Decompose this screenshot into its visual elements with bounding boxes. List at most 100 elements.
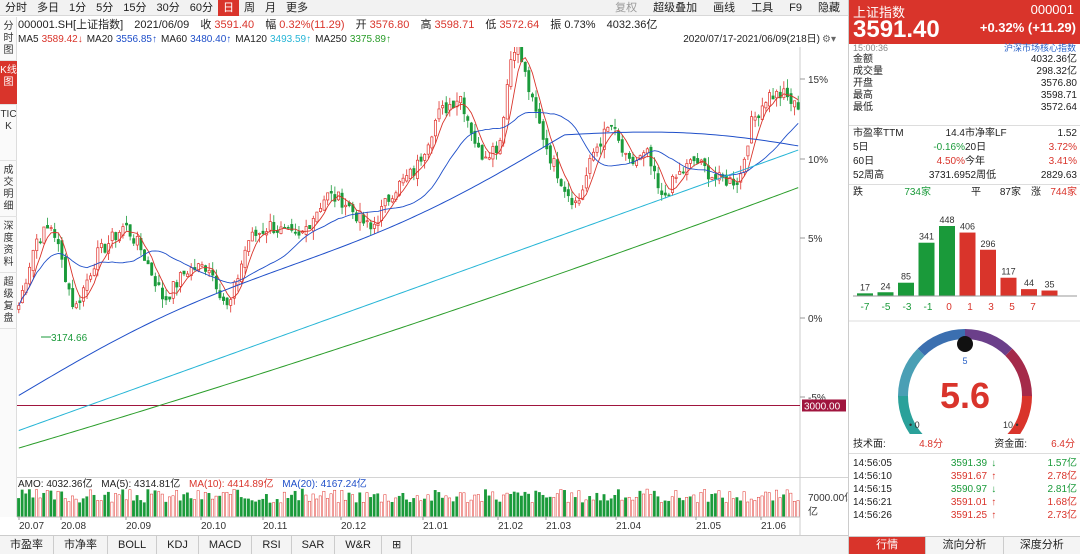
candle-body <box>211 269 215 276</box>
candle-body <box>620 139 624 153</box>
volume-bar <box>789 492 793 518</box>
toolbar-tool-3[interactable]: 工具 <box>743 0 781 16</box>
period-tab-6[interactable]: 60分 <box>185 0 218 16</box>
date-tick-11: 21.06 <box>761 521 786 532</box>
volume-bar <box>688 496 692 518</box>
volume-bar <box>523 491 527 518</box>
indicator-tab-3[interactable]: KDJ <box>157 536 199 554</box>
volume-bar <box>67 501 71 518</box>
indicator-tab-8[interactable]: ⊞ <box>382 536 413 554</box>
period-tab-1[interactable]: 多日 <box>32 0 64 16</box>
volume-bar <box>56 490 60 518</box>
volume-bar <box>379 501 383 518</box>
amo-ma20: MA(20): 4167.24亿 <box>282 479 367 490</box>
hist-label: 24 <box>880 281 890 291</box>
candle-body <box>261 230 265 234</box>
candle-body <box>516 47 520 55</box>
volume-bar <box>419 500 423 518</box>
amo-legend-row: AMO: 4032.36亿 MA(5): 4314.81亿 MA(10): 44… <box>18 478 373 491</box>
quote-grid-row-0: 市盈率TTM 14.4 市净率LF 1.52 <box>853 128 1077 139</box>
volume-bar <box>573 497 577 518</box>
candle-body <box>552 158 556 167</box>
period-tab-7[interactable]: 日 <box>218 0 239 16</box>
toolbar-tool-5[interactable]: 隐藏 <box>810 0 848 16</box>
volume-bar <box>602 494 606 518</box>
period-tab-5[interactable]: 30分 <box>152 0 185 16</box>
view-tab-4[interactable]: 深度资料 <box>0 217 17 273</box>
view-tab-3[interactable]: 成交明细 <box>0 161 17 217</box>
right-tab-1[interactable]: 流向分析 <box>926 537 1004 554</box>
toolbar-tool-4[interactable]: F9 <box>781 0 810 16</box>
tick-row: 14:56:05 3591.39 ↓ 1.57亿 <box>853 458 1078 469</box>
candle-body <box>606 126 610 132</box>
volume-bar <box>71 495 74 518</box>
period-tab-4[interactable]: 15分 <box>118 0 151 16</box>
volume-bar <box>775 489 778 518</box>
indicator-tab-0[interactable]: 市盈率 <box>0 536 54 554</box>
volume-bar <box>631 499 635 518</box>
candle-body <box>599 143 603 147</box>
volume-bar <box>78 502 82 518</box>
volume-bar <box>519 495 523 518</box>
candle-body <box>304 226 308 235</box>
candle-body <box>275 230 279 233</box>
indicator-tab-4[interactable]: MACD <box>199 536 253 554</box>
volume-bar <box>150 493 153 518</box>
volume-bar <box>318 495 322 518</box>
volume-bar <box>250 500 254 518</box>
indicator-tab-2[interactable]: BOLL <box>108 536 158 554</box>
pct-tick-0: 15% <box>808 75 828 86</box>
volume-bar <box>376 493 380 518</box>
volume-bar <box>38 497 42 518</box>
volume-bar <box>426 494 430 518</box>
indicator-tab-1[interactable]: 市净率 <box>54 536 108 554</box>
view-tab-5[interactable]: 超级复盘 <box>0 273 17 329</box>
period-tab-8[interactable]: 周 <box>239 0 260 16</box>
kline-chart[interactable]: 15%10%5%0%-5%3000.003731.693174.66 <box>17 47 848 477</box>
candle-body <box>222 296 225 301</box>
core-index-link[interactable]: 沪深市场核心指数 <box>1004 41 1076 54</box>
indicator-tab-6[interactable]: SAR <box>292 536 336 554</box>
tick-row: 14:56:26 3591.25 ↑ 2.73亿 <box>853 510 1078 521</box>
candle-body <box>31 250 35 271</box>
volume-bar <box>681 500 685 518</box>
period-tab-2[interactable]: 1分 <box>64 0 91 16</box>
toolbar-tool-1[interactable]: 超级叠加 <box>645 0 705 16</box>
indicator-tab-7[interactable]: W&R <box>335 536 382 554</box>
view-tab-1[interactable]: K线图 <box>0 61 17 105</box>
toolbar-tool-0[interactable]: 复权 <box>607 0 645 16</box>
period-tab-0[interactable]: 分时 <box>0 0 32 16</box>
period-tab-3[interactable]: 5分 <box>91 0 118 16</box>
candle-body <box>624 152 628 155</box>
hist-bar <box>918 242 935 296</box>
view-tab-2[interactable]: TICK <box>0 105 17 161</box>
volume-bar <box>275 499 279 518</box>
candle-body <box>207 269 211 274</box>
candle-body <box>78 300 82 304</box>
candle-body <box>38 241 42 244</box>
sentiment-gauge: 5 5.6 • 0 10 • <box>898 329 1032 434</box>
candle-body <box>527 70 531 93</box>
period-tab-9[interactable]: 月 <box>260 0 281 16</box>
view-tab-0[interactable]: 分时图 <box>0 17 17 61</box>
volume-bar <box>157 491 161 518</box>
volume-bar <box>35 489 38 518</box>
right-tab-0[interactable]: 行情 <box>849 537 927 554</box>
amo-value: AMO: 4032.36亿 <box>18 479 93 490</box>
period-tab-10[interactable]: 更多 <box>281 0 313 16</box>
candle-body <box>523 61 527 72</box>
candle-body <box>477 142 481 148</box>
hist-axis-label: -7 <box>861 302 870 313</box>
toolbar-tool-2[interactable]: 画线 <box>705 0 743 16</box>
candle-body <box>293 231 297 234</box>
candle-body <box>796 102 800 110</box>
volume-bar <box>706 501 710 518</box>
candle-body <box>254 229 258 236</box>
right-tab-2[interactable]: 深度分析 <box>1003 537 1080 554</box>
volume-bar <box>336 502 340 518</box>
chart-settings-icon[interactable]: ⚙▾ <box>822 33 846 47</box>
indicator-tab-5[interactable]: RSI <box>252 536 292 554</box>
candle-body <box>257 232 261 235</box>
volume-bar <box>480 501 484 518</box>
date-tick-2: 20.09 <box>126 521 151 532</box>
